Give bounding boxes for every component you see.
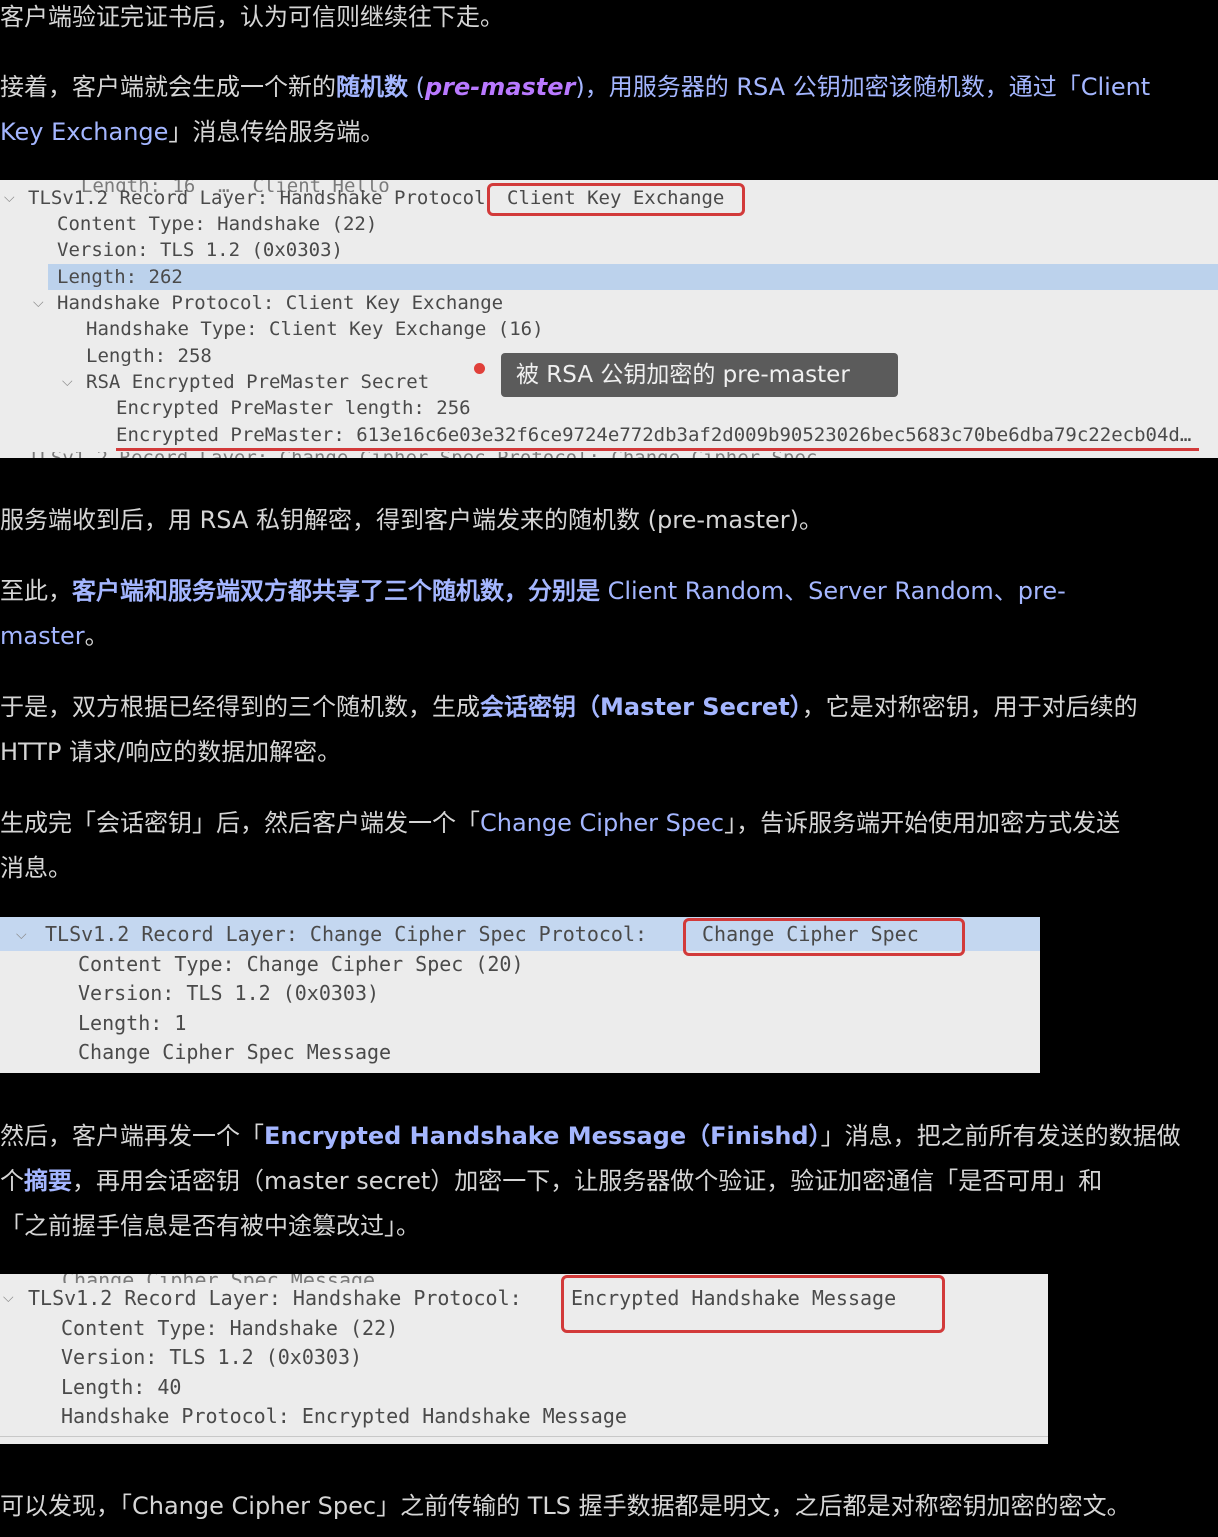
highlight-pre-master: pre-master (425, 73, 576, 101)
text-segment: 。 (84, 622, 109, 650)
highlight-master-secret: （Master Secret） (576, 693, 802, 721)
highlight-key-exchange: Key Exchange (0, 118, 169, 146)
tree-line-length: Length: 262 (57, 266, 183, 288)
paragraph-encrypted-handshake: 然后，客户端再发一个「Encrypted Handshake Message（F… (0, 1114, 1218, 1159)
tree-line-rsa-secret: RSA Encrypted PreMaster Secret (86, 371, 430, 393)
text-segment: ( (408, 73, 425, 101)
wireshark-encrypted-handshake: Change Cipher Spec Message ⌵ TLSv1.2 Rec… (0, 1274, 1048, 1444)
text-segment: 」，告诉服务端开始使用加密方式发送 (724, 809, 1121, 837)
paragraph-text: 客户端验证完证书后，认为可信则继续往下走。 (0, 3, 504, 31)
tree-line-handshake-protocol: Handshake Protocol: Client Key Exchange (57, 292, 504, 314)
chevron-down-icon: ⌵ (62, 374, 73, 390)
tree-line-premaster-length: Encrypted PreMaster length: 256 (116, 397, 471, 419)
text-segment: 接着，客户端就会生成一个新的 (0, 73, 336, 101)
highlight-client: Client (1080, 73, 1151, 101)
paragraph-server-decrypt: 服务端收到后，用 RSA 私钥解密，得到客户端发来的随机数 (pre-maste… (0, 498, 1218, 543)
text-segment: 至此， (0, 577, 72, 605)
paragraph-three-randoms-line2: master。 (0, 614, 1218, 659)
cutoff-line: TLSv1.2 Record Layer: Change Cipher Spec… (28, 452, 817, 458)
tree-line-record-layer: TLSv1.2 Record Layer: Handshake Protocol (28, 187, 486, 209)
tree-line-length: Length: 40 (61, 1375, 182, 1399)
chevron-down-icon: ⌵ (16, 927, 27, 943)
text-segment: 于是，双方根据已经得到的三个随机数，生成 (0, 693, 480, 721)
paragraph-three-randoms: 至此，客户端和服务端双方都共享了三个随机数，分别是 Client Random、… (0, 569, 1218, 614)
annotation-tooltip: 被 RSA 公钥加密的 pre-master (501, 353, 898, 397)
paragraph-text: 服务端收到后，用 RSA 私钥解密，得到客户端发来的随机数 (pre-maste… (0, 506, 824, 534)
paragraph-change-cipher-spec-line2: 消息。 (0, 846, 1218, 891)
tree-line-content-type: Content Type: Handshake (22) (61, 1316, 399, 1340)
highlight-random-names: Client Random、Server Random、pre- (600, 577, 1066, 605)
red-underline (116, 448, 1199, 451)
text-segment: ，它是对称密钥，用于对后续的 (801, 693, 1138, 721)
tree-line-length-258: Length: 258 (86, 345, 212, 367)
text-segment: 然后，客户端再发一个「 (0, 1122, 264, 1150)
highlight-digest: 摘要 (24, 1167, 72, 1195)
text-segment: 」消息，把之前所有发送的数据做 (820, 1122, 1181, 1150)
paragraph-master-secret-line2: HTTP 请求/响应的数据加解密。 (0, 730, 1218, 775)
text-segment: 消息。 (0, 854, 72, 882)
selected-row-highlight (48, 264, 1218, 290)
paragraph-encrypted-handshake-line3: 「之前握手信息是否有被中途篡改过」。 (0, 1204, 1218, 1249)
highlight-session-key: 会话密钥 (480, 693, 576, 721)
paragraph-master-secret: 于是，双方根据已经得到的三个随机数，生成会话密钥（Master Secret），… (0, 685, 1218, 730)
tree-label-client-key-exchange: Client Key Exchange (507, 187, 725, 209)
text-segment: HTTP 请求/响应的数据加解密。 (0, 738, 342, 766)
paragraph-client-key-exchange-line2: Key Exchange」消息传给服务端。 (0, 110, 1218, 155)
text-segment: 生成完「会话密钥」后，然后客户端发一个「 (0, 809, 480, 837)
tree-label-encrypted-handshake: Encrypted Handshake Message (571, 1286, 897, 1310)
tree-line-version: Version: TLS 1.2 (0x0303) (61, 1345, 363, 1369)
tree-label-change-cipher-spec: Change Cipher Spec (702, 922, 919, 946)
tree-line-content-type: Content Type: Handshake (22) (57, 213, 378, 235)
highlight-shared-randoms: 客户端和服务端双方都共享了三个随机数，分别是 (72, 577, 600, 605)
highlight-encrypted-handshake-message: Encrypted Handshake Message（Finishd） (264, 1122, 821, 1150)
paragraph-encrypted-handshake-line2: 个摘要，再用会话密钥（master secret）加密一下，让服务器做个验证，验… (0, 1159, 1218, 1204)
text-segment: 「之前握手信息是否有被中途篡改过」。 (0, 1212, 420, 1240)
paragraph-change-cipher-spec: 生成完「会话密钥」后，然后客户端发一个「Change Cipher Spec」，… (0, 801, 1218, 846)
tree-line-record-layer: TLSv1.2 Record Layer: Change Cipher Spec… (45, 922, 648, 946)
tree-line-record-layer: TLSv1.2 Record Layer: Handshake Protocol… (28, 1286, 522, 1310)
tree-line-handshake-type: Handshake Type: Client Key Exchange (16) (86, 318, 544, 340)
tree-line-ccs-message: Change Cipher Spec Message (78, 1040, 392, 1064)
wireshark-change-cipher-spec: ⌵ TLSv1.2 Record Layer: Change Cipher Sp… (0, 917, 1040, 1073)
paragraph-cert-verified: 客户端验证完证书后，认为可信则继续往下走。 (0, 0, 1218, 40)
tree-line-handshake-protocol: Handshake Protocol: Encrypted Handshake … (61, 1404, 627, 1428)
text-segment: )，用服务器的 RSA 公钥加密该随机数，通过「 (575, 73, 1081, 101)
cutoff-line: Change Cipher Spec Message (62, 1274, 375, 1283)
chevron-down-icon: ⌵ (4, 190, 15, 206)
tree-line-content-type: Content Type: Change Cipher Spec (20) (78, 952, 524, 976)
tree-line-version: Version: TLS 1.2 (0x0303) (78, 981, 380, 1005)
tree-line-length: Length: 1 (78, 1011, 187, 1035)
divider (0, 1436, 1048, 1437)
tree-line-version: Version: TLS 1.2 (0x0303) (57, 239, 343, 261)
highlight-change-cipher-spec: Change Cipher Spec (480, 809, 725, 837)
highlight-master: master (0, 622, 85, 650)
wireshark-client-key-exchange: Length: 16 … Client Hello ⌵ TLSv1.2 Reco… (0, 180, 1218, 458)
paragraph-conclusion: 可以发现，「Change Cipher Spec」之前传输的 TLS 握手数据都… (0, 1484, 1218, 1529)
paragraph-text: 可以发现，「Change Cipher Spec」之前传输的 TLS 握手数据都… (0, 1492, 1131, 1520)
text-segment: 」消息传给服务端。 (168, 118, 385, 146)
tree-line-premaster-value: Encrypted PreMaster: 613e16c6e03e32f6ce9… (116, 424, 1192, 446)
text-segment: ，再用会话密钥（master secret）加密一下，让服务器做个验证，验证加密… (72, 1167, 1103, 1195)
text-segment: 个 (0, 1167, 24, 1195)
highlight-random-number: 随机数 (336, 73, 408, 101)
annotation-dot (474, 363, 485, 374)
chevron-down-icon: ⌵ (3, 1290, 14, 1306)
paragraph-client-key-exchange: 接着，客户端就会生成一个新的随机数 (pre-master)，用服务器的 RSA… (0, 65, 1218, 110)
chevron-down-icon: ⌵ (33, 295, 44, 311)
